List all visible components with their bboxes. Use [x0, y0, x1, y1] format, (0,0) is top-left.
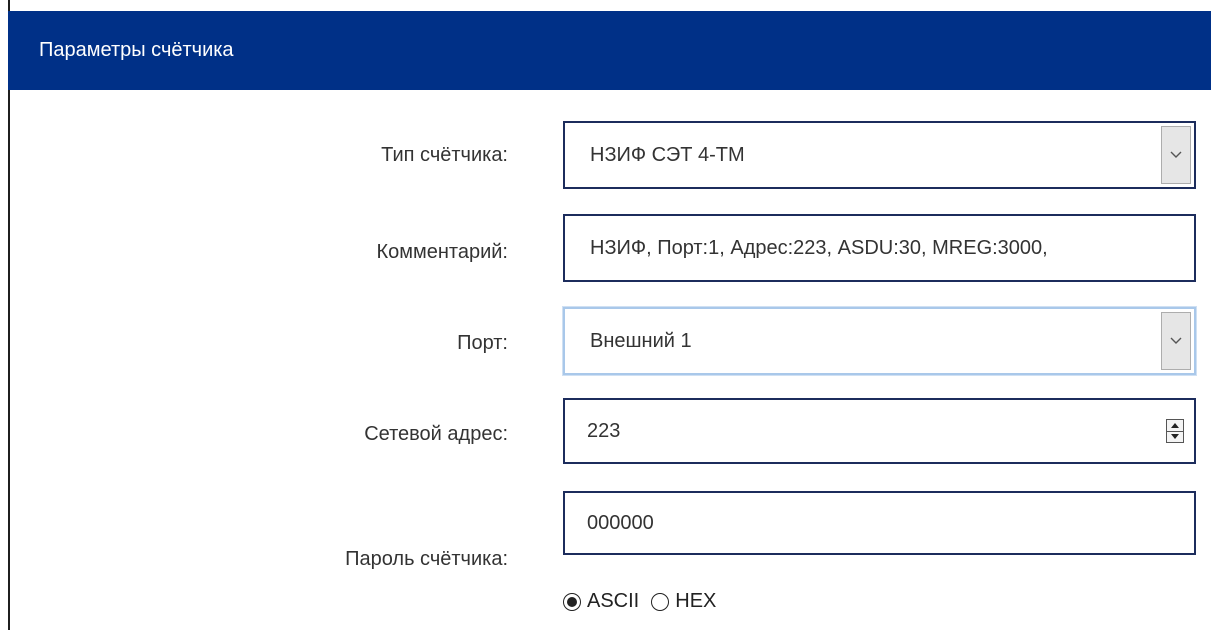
radio-ascii[interactable]	[563, 592, 581, 611]
chevron-down-icon	[1170, 151, 1182, 158]
meter-type-value: НЗИФ СЭТ 4-ТМ	[590, 143, 745, 166]
spin-down-button[interactable]	[1167, 430, 1183, 443]
encoding-option-hex[interactable]: HEX	[651, 590, 716, 613]
network-address-label: Сетевой адрес:	[364, 423, 508, 445]
port-label: Порт:	[457, 332, 508, 354]
spin-up-button[interactable]	[1167, 420, 1183, 431]
comment-input[interactable]: НЗИФ, Порт:1, Адрес:223, ASDU:30, MREG:3…	[563, 214, 1196, 282]
meter-type-label: Тип счётчика:	[381, 144, 508, 166]
password-encoding-group: ASCII HEX	[563, 590, 728, 613]
password-label: Пароль счётчика:	[345, 548, 508, 570]
port-value: Внешний 1	[590, 329, 692, 352]
port-dropdown-button[interactable]	[1161, 312, 1191, 370]
encoding-option-ascii[interactable]: ASCII	[563, 590, 639, 613]
encoding-hex-label: HEX	[675, 590, 717, 612]
password-value: 000000	[587, 511, 654, 534]
comment-label: Комментарий:	[376, 241, 508, 263]
network-address-value: 223	[587, 419, 621, 442]
dialog-title: Параметры счётчика	[39, 39, 234, 61]
radio-hex[interactable]	[651, 592, 670, 611]
comment-value: НЗИФ, Порт:1, Адрес:223, ASDU:30, MREG:3…	[590, 236, 1048, 259]
port-select[interactable]: Внешний 1	[563, 307, 1196, 375]
password-input[interactable]: 000000	[563, 491, 1196, 555]
network-address-stepper[interactable]: 223	[563, 398, 1196, 464]
meter-type-select[interactable]: НЗИФ СЭТ 4-ТМ	[563, 121, 1196, 189]
chevron-down-icon	[1170, 337, 1182, 344]
spinner-icon[interactable]	[1166, 419, 1184, 443]
meter-type-dropdown-button[interactable]	[1161, 126, 1191, 184]
encoding-ascii-label: ASCII	[587, 590, 640, 612]
dialog-header: Параметры счётчика	[8, 11, 1211, 90]
